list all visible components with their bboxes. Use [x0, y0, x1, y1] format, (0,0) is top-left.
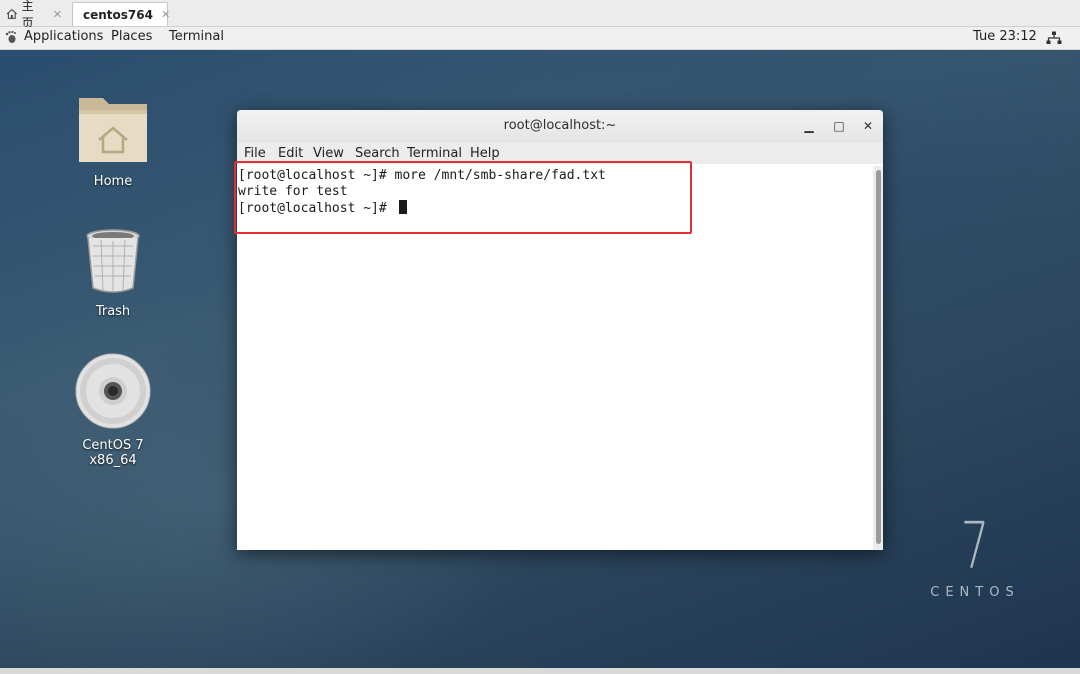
text-cursor — [398, 200, 407, 214]
applications-menu[interactable]: Applications — [4, 29, 103, 44]
terminal-line: [root@localhost ~]# more /mnt/smb-share/… — [238, 168, 606, 183]
minimize-icon[interactable]: ▁ — [800, 117, 818, 135]
terminal-line: write for test — [238, 184, 348, 199]
menu-help[interactable]: Help — [470, 146, 500, 161]
host-bottom-strip — [0, 668, 1080, 674]
applications-label: Applications — [24, 29, 104, 44]
network-icon[interactable] — [1046, 31, 1062, 45]
close-icon[interactable]: ✕ — [161, 8, 170, 21]
desktop-icon-home[interactable]: Home — [58, 90, 168, 189]
terminal-prompt: [root@localhost ~]# — [238, 201, 395, 216]
home-folder-icon — [79, 98, 147, 162]
host-tab-home[interactable]: 主页 ✕ — [0, 0, 68, 30]
gnome-top-bar: Applications Places Terminal Tue 23:12 — [0, 27, 1080, 50]
menu-file[interactable]: File — [244, 146, 266, 161]
host-tab-vm[interactable]: centos764 ✕ — [72, 2, 170, 26]
desktop-icon-label: Home — [93, 174, 133, 189]
clock[interactable]: Tue 23:12 — [973, 29, 1037, 44]
close-icon[interactable]: ✕ — [53, 8, 62, 21]
maximize-icon[interactable]: □ — [830, 117, 848, 135]
terminal-output[interactable]: [root@localhost ~]# more /mnt/smb-share/… — [237, 166, 873, 550]
menu-view[interactable]: View — [313, 146, 344, 161]
scrollbar-thumb[interactable] — [876, 170, 881, 544]
disc-icon — [75, 353, 151, 429]
gnome-foot-icon — [5, 30, 16, 43]
menu-search[interactable]: Search — [355, 146, 400, 161]
centos-logo-numeral: 7 — [960, 510, 990, 584]
window-titlebar[interactable]: root@localhost:~ ▁ □ ✕ — [237, 110, 883, 142]
terminal-app-menu[interactable]: Terminal — [169, 29, 224, 44]
menu-edit[interactable]: Edit — [278, 146, 303, 161]
desktop-icon-label: Trash — [95, 304, 131, 319]
terminal-prompt-line: [root@localhost ~]# — [238, 200, 873, 216]
centos-logo-word: CENTOS — [930, 585, 1020, 600]
places-menu[interactable]: Places — [111, 29, 152, 44]
terminal-menubar: File Edit View Search Terminal Help — [237, 142, 883, 164]
desktop-icon-trash[interactable]: Trash — [58, 226, 168, 319]
terminal-window[interactable]: root@localhost:~ ▁ □ ✕ File Edit View Se… — [237, 110, 883, 550]
desktop-icon-label: CentOS 7 x86_64 — [82, 438, 144, 468]
close-icon[interactable]: ✕ — [859, 117, 877, 135]
trash-icon — [86, 229, 140, 293]
host-tab-vm-label: centos764 — [83, 7, 153, 22]
vertical-scrollbar[interactable] — [873, 166, 883, 550]
window-title: root@localhost:~ — [503, 118, 617, 133]
menu-terminal[interactable]: Terminal — [407, 146, 462, 161]
home-icon — [6, 8, 17, 19]
vm-tab-strip: 主页 ✕ centos764 ✕ — [0, 0, 1080, 30]
centos-logo: 7 CENTOS — [920, 515, 1030, 600]
desktop-icon-disc[interactable]: CentOS 7 x86_64 — [58, 352, 168, 468]
